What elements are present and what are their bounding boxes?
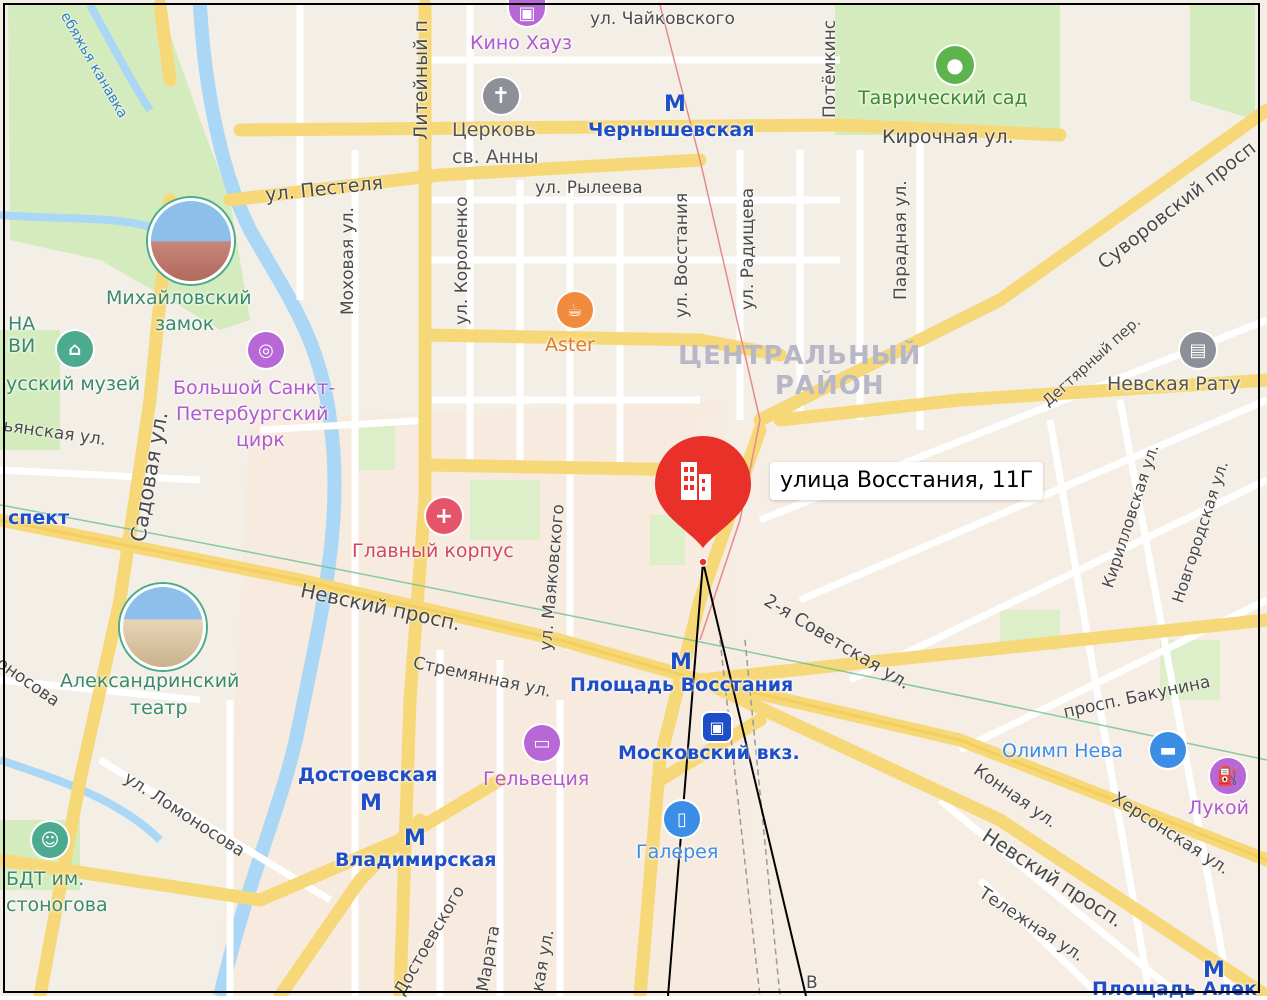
church-icon[interactable]: ✝: [483, 78, 519, 114]
circus-icon[interactable]: ◎: [248, 332, 284, 368]
street-potemkinskaya: Потёмкинс: [820, 19, 840, 118]
metro-ploshchad-vosstaniya[interactable]: Площадь Восстания: [570, 676, 793, 695]
metro-icon-dostoevskaya[interactable]: M: [360, 791, 382, 816]
poi-kino-haus[interactable]: Кино Хауз: [470, 34, 572, 53]
poi-lukoil[interactable]: Лукой: [1188, 799, 1249, 818]
poi-nevskaya-ratusha[interactable]: Невская Рату: [1107, 375, 1241, 394]
district-label: ЦЕНТРАЛЬНЫЙ РАЙОН: [678, 341, 922, 402]
address-label[interactable]: улица Восстания, 11Г: [770, 462, 1044, 500]
poi-aleksandrinsky-line-1[interactable]: Александринский: [60, 672, 239, 691]
poi-russian-museum[interactable]: усский музей: [6, 375, 140, 394]
street-liteyny: Литейный п: [410, 20, 432, 140]
train-icon[interactable]: ▣: [703, 713, 731, 741]
street-prospekt-left: спект: [8, 507, 70, 529]
metro-vladimirskaya[interactable]: Владимирская: [335, 851, 497, 870]
district-line-1: ЦЕНТРАЛЬНЫЙ: [678, 341, 922, 371]
street-v-bottom: В: [806, 973, 818, 993]
street-kirochnaya: Кирочная ул.: [882, 126, 1014, 148]
car-icon[interactable]: ▬: [1150, 732, 1186, 768]
poi-bdt-line-2[interactable]: стоногова: [6, 896, 108, 915]
poi-mikhailovsky-line-1[interactable]: Михайловский: [106, 289, 252, 308]
poi-bdt-line-1[interactable]: БДТ им.: [6, 870, 84, 889]
poi-moskovsky-vokzal[interactable]: Московский вкз.: [618, 744, 800, 763]
metro-chernyshevskaya[interactable]: Чернышевская: [588, 121, 754, 140]
metro-ploshchad-alexandra[interactable]: Площадь Алек: [1092, 980, 1257, 999]
poi-vi[interactable]: ВИ: [8, 337, 35, 356]
street-chaikovskogo: ул. Чайковского: [590, 9, 735, 29]
poi-circus-line-3[interactable]: цирк: [236, 431, 285, 450]
poi-olimp-neva[interactable]: Олимп Нева: [1002, 742, 1123, 761]
aleksandrinsky-theatre-photo[interactable]: [120, 584, 206, 670]
fuel-icon[interactable]: ⛽: [1210, 758, 1246, 794]
hospital-icon[interactable]: +: [426, 498, 462, 534]
poi-na[interactable]: НА: [8, 315, 35, 334]
district-line-2: РАЙОН: [774, 370, 885, 401]
poi-aleksandrinsky-line-2[interactable]: театр: [130, 699, 188, 718]
poi-church-line-2[interactable]: св. Анны: [452, 148, 539, 167]
hotel-icon[interactable]: ▭: [524, 725, 560, 761]
street-paradnaya: Парадная ул.: [891, 180, 911, 300]
metro-dostoevskaya[interactable]: Достоевская: [298, 766, 437, 785]
map-view[interactable]: ул. Чайковского Литейный п Потёмкинс Кир…: [0, 0, 1267, 999]
street-ryleeva: ул. Рылеева: [535, 178, 643, 198]
street-korolenko: ул. Короленко: [452, 196, 472, 325]
metro-icon-ploshchad[interactable]: M: [670, 650, 692, 675]
mikhailovsky-castle-photo[interactable]: [148, 198, 234, 284]
poi-galereya[interactable]: Галерея: [636, 843, 718, 862]
poi-circus-line-2[interactable]: Петербургский: [176, 405, 328, 424]
poi-mikhailovsky-line-2[interactable]: замок: [155, 315, 214, 334]
poi-circus-line-1[interactable]: Большой Санкт-: [173, 379, 335, 398]
theatre-mask-icon[interactable]: ☺: [32, 822, 68, 858]
street-vosstaniya: ул. Восстания: [672, 192, 692, 318]
map-base-layer: [0, 0, 1267, 996]
tree-icon[interactable]: ●: [936, 46, 974, 84]
street-radishcheva: ул. Радищева: [738, 187, 758, 310]
street-mokhovaya: Моховая ул.: [338, 207, 358, 315]
poi-gelvetsiya[interactable]: Гельвеция: [483, 770, 589, 789]
poi-aster[interactable]: Aster: [545, 336, 595, 355]
poi-glavny-korpus[interactable]: Главный корпус: [352, 542, 514, 561]
metro-icon-vladimirskaya[interactable]: M: [404, 826, 426, 851]
briefcase-icon[interactable]: ▤: [1180, 332, 1216, 368]
cafe-icon[interactable]: ☕: [557, 292, 593, 328]
poi-church-line-1[interactable]: Церковь: [452, 121, 536, 140]
metro-icon-chernyshevskaya[interactable]: M: [664, 92, 686, 117]
poi-tavrichesky[interactable]: Таврический сад: [858, 89, 1028, 108]
shopping-icon[interactable]: ▯: [664, 801, 700, 837]
museum-icon[interactable]: ⌂: [57, 331, 93, 367]
